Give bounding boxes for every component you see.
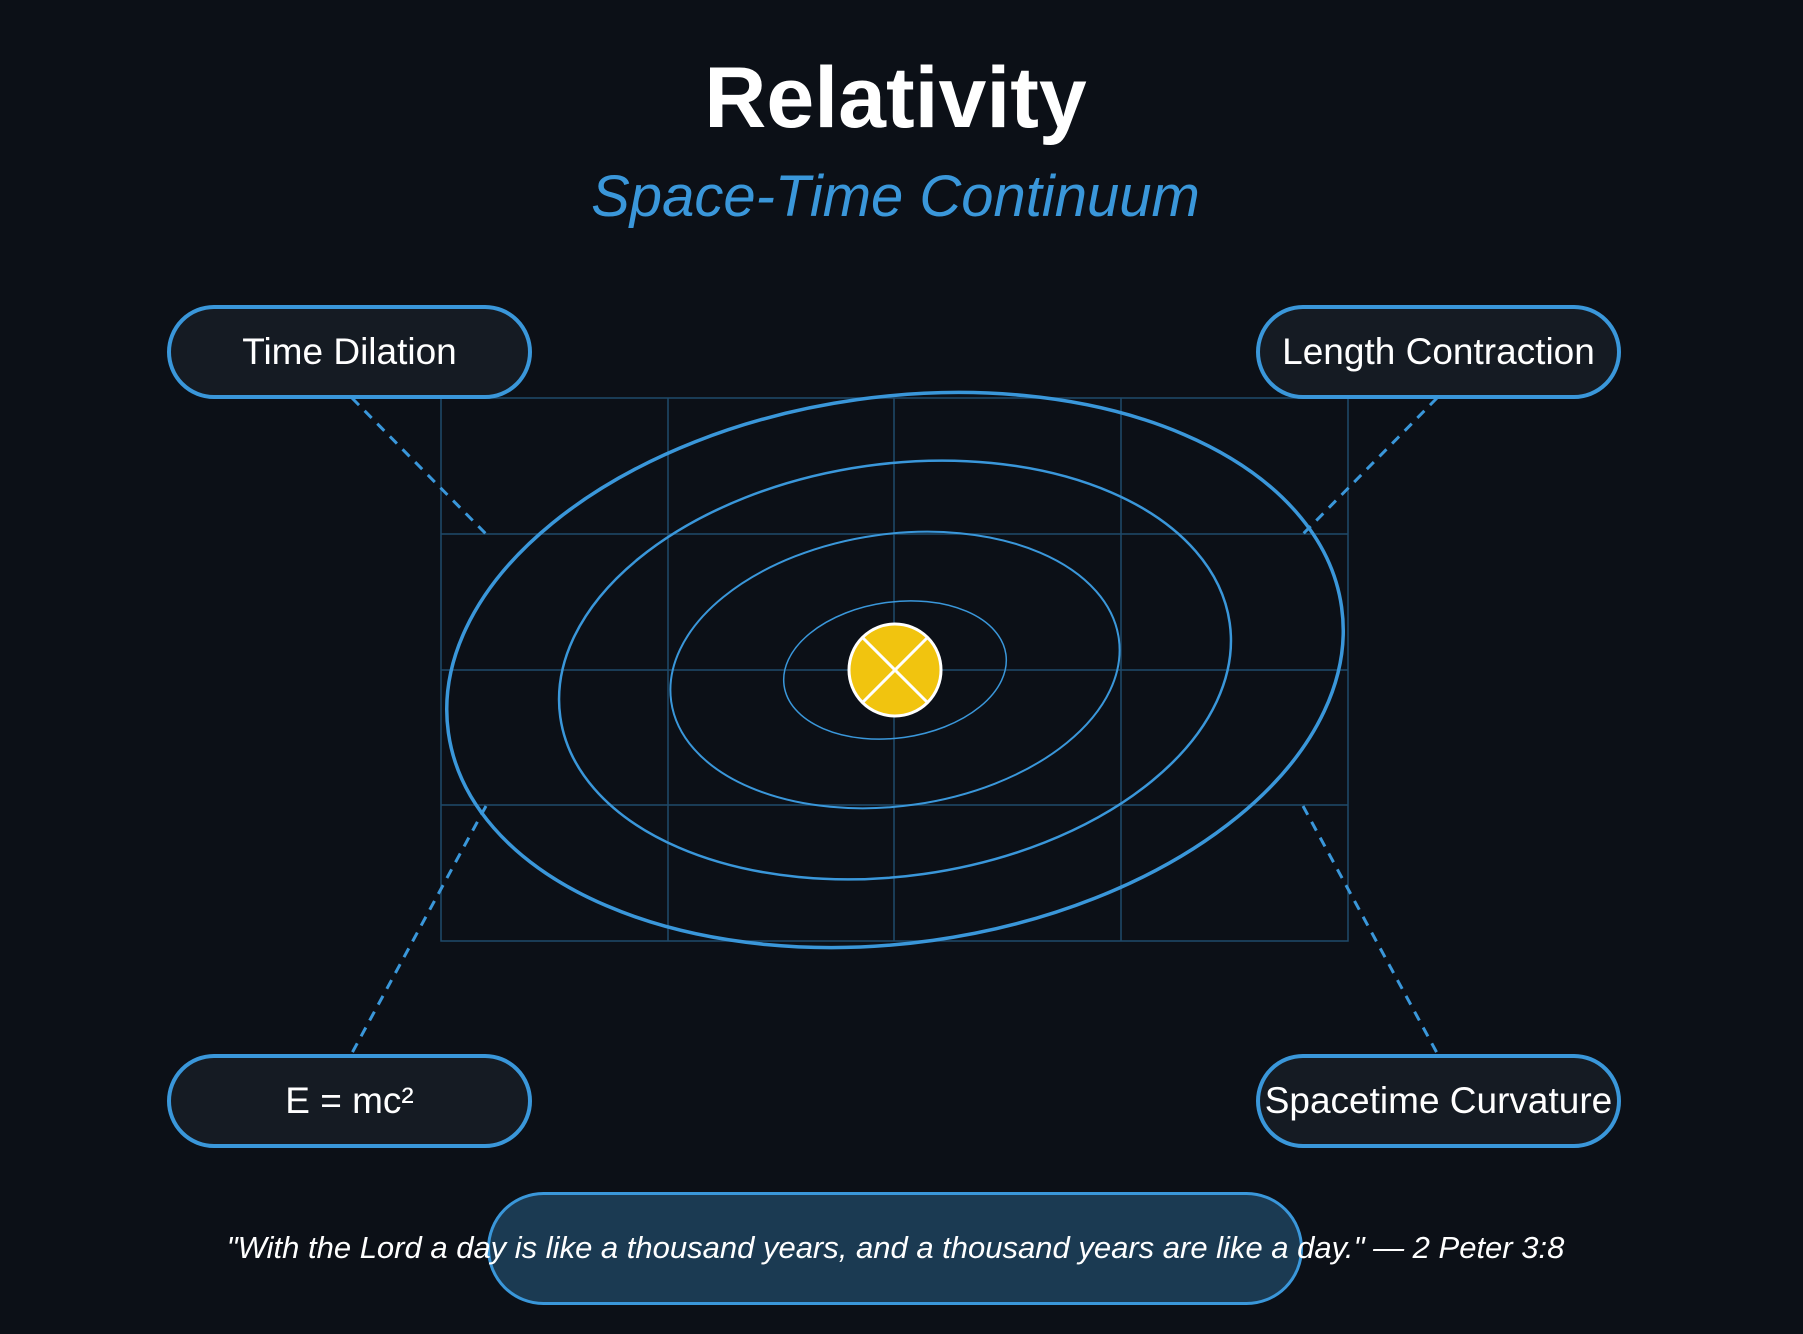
connector-length-contraction bbox=[1301, 396, 1439, 536]
concept-length-contraction[interactable]: Length Contraction bbox=[1256, 305, 1621, 399]
concept-time-dilation[interactable]: Time Dilation bbox=[167, 305, 532, 399]
scripture-quote: "With the Lord a day is like a thousand … bbox=[226, 1230, 1565, 1265]
relativity-diagram: Relativity Space-Time Continuum Time Dil… bbox=[0, 0, 1803, 1334]
concept-mass-energy[interactable]: E = mc² bbox=[167, 1054, 532, 1148]
connector-mass-energy bbox=[350, 805, 488, 1054]
concept-spacetime-curvature[interactable]: Spacetime Curvature bbox=[1256, 1054, 1621, 1148]
concept-label: Length Contraction bbox=[1282, 331, 1595, 372]
connector-time-dilation bbox=[350, 396, 490, 538]
concept-label: Time Dilation bbox=[242, 331, 457, 372]
star-with-cross-icon bbox=[847, 622, 943, 718]
concept-label: Spacetime Curvature bbox=[1264, 1080, 1613, 1121]
connector-spacetime-curvature bbox=[1301, 805, 1439, 1054]
concept-label: E = mc² bbox=[285, 1080, 414, 1121]
